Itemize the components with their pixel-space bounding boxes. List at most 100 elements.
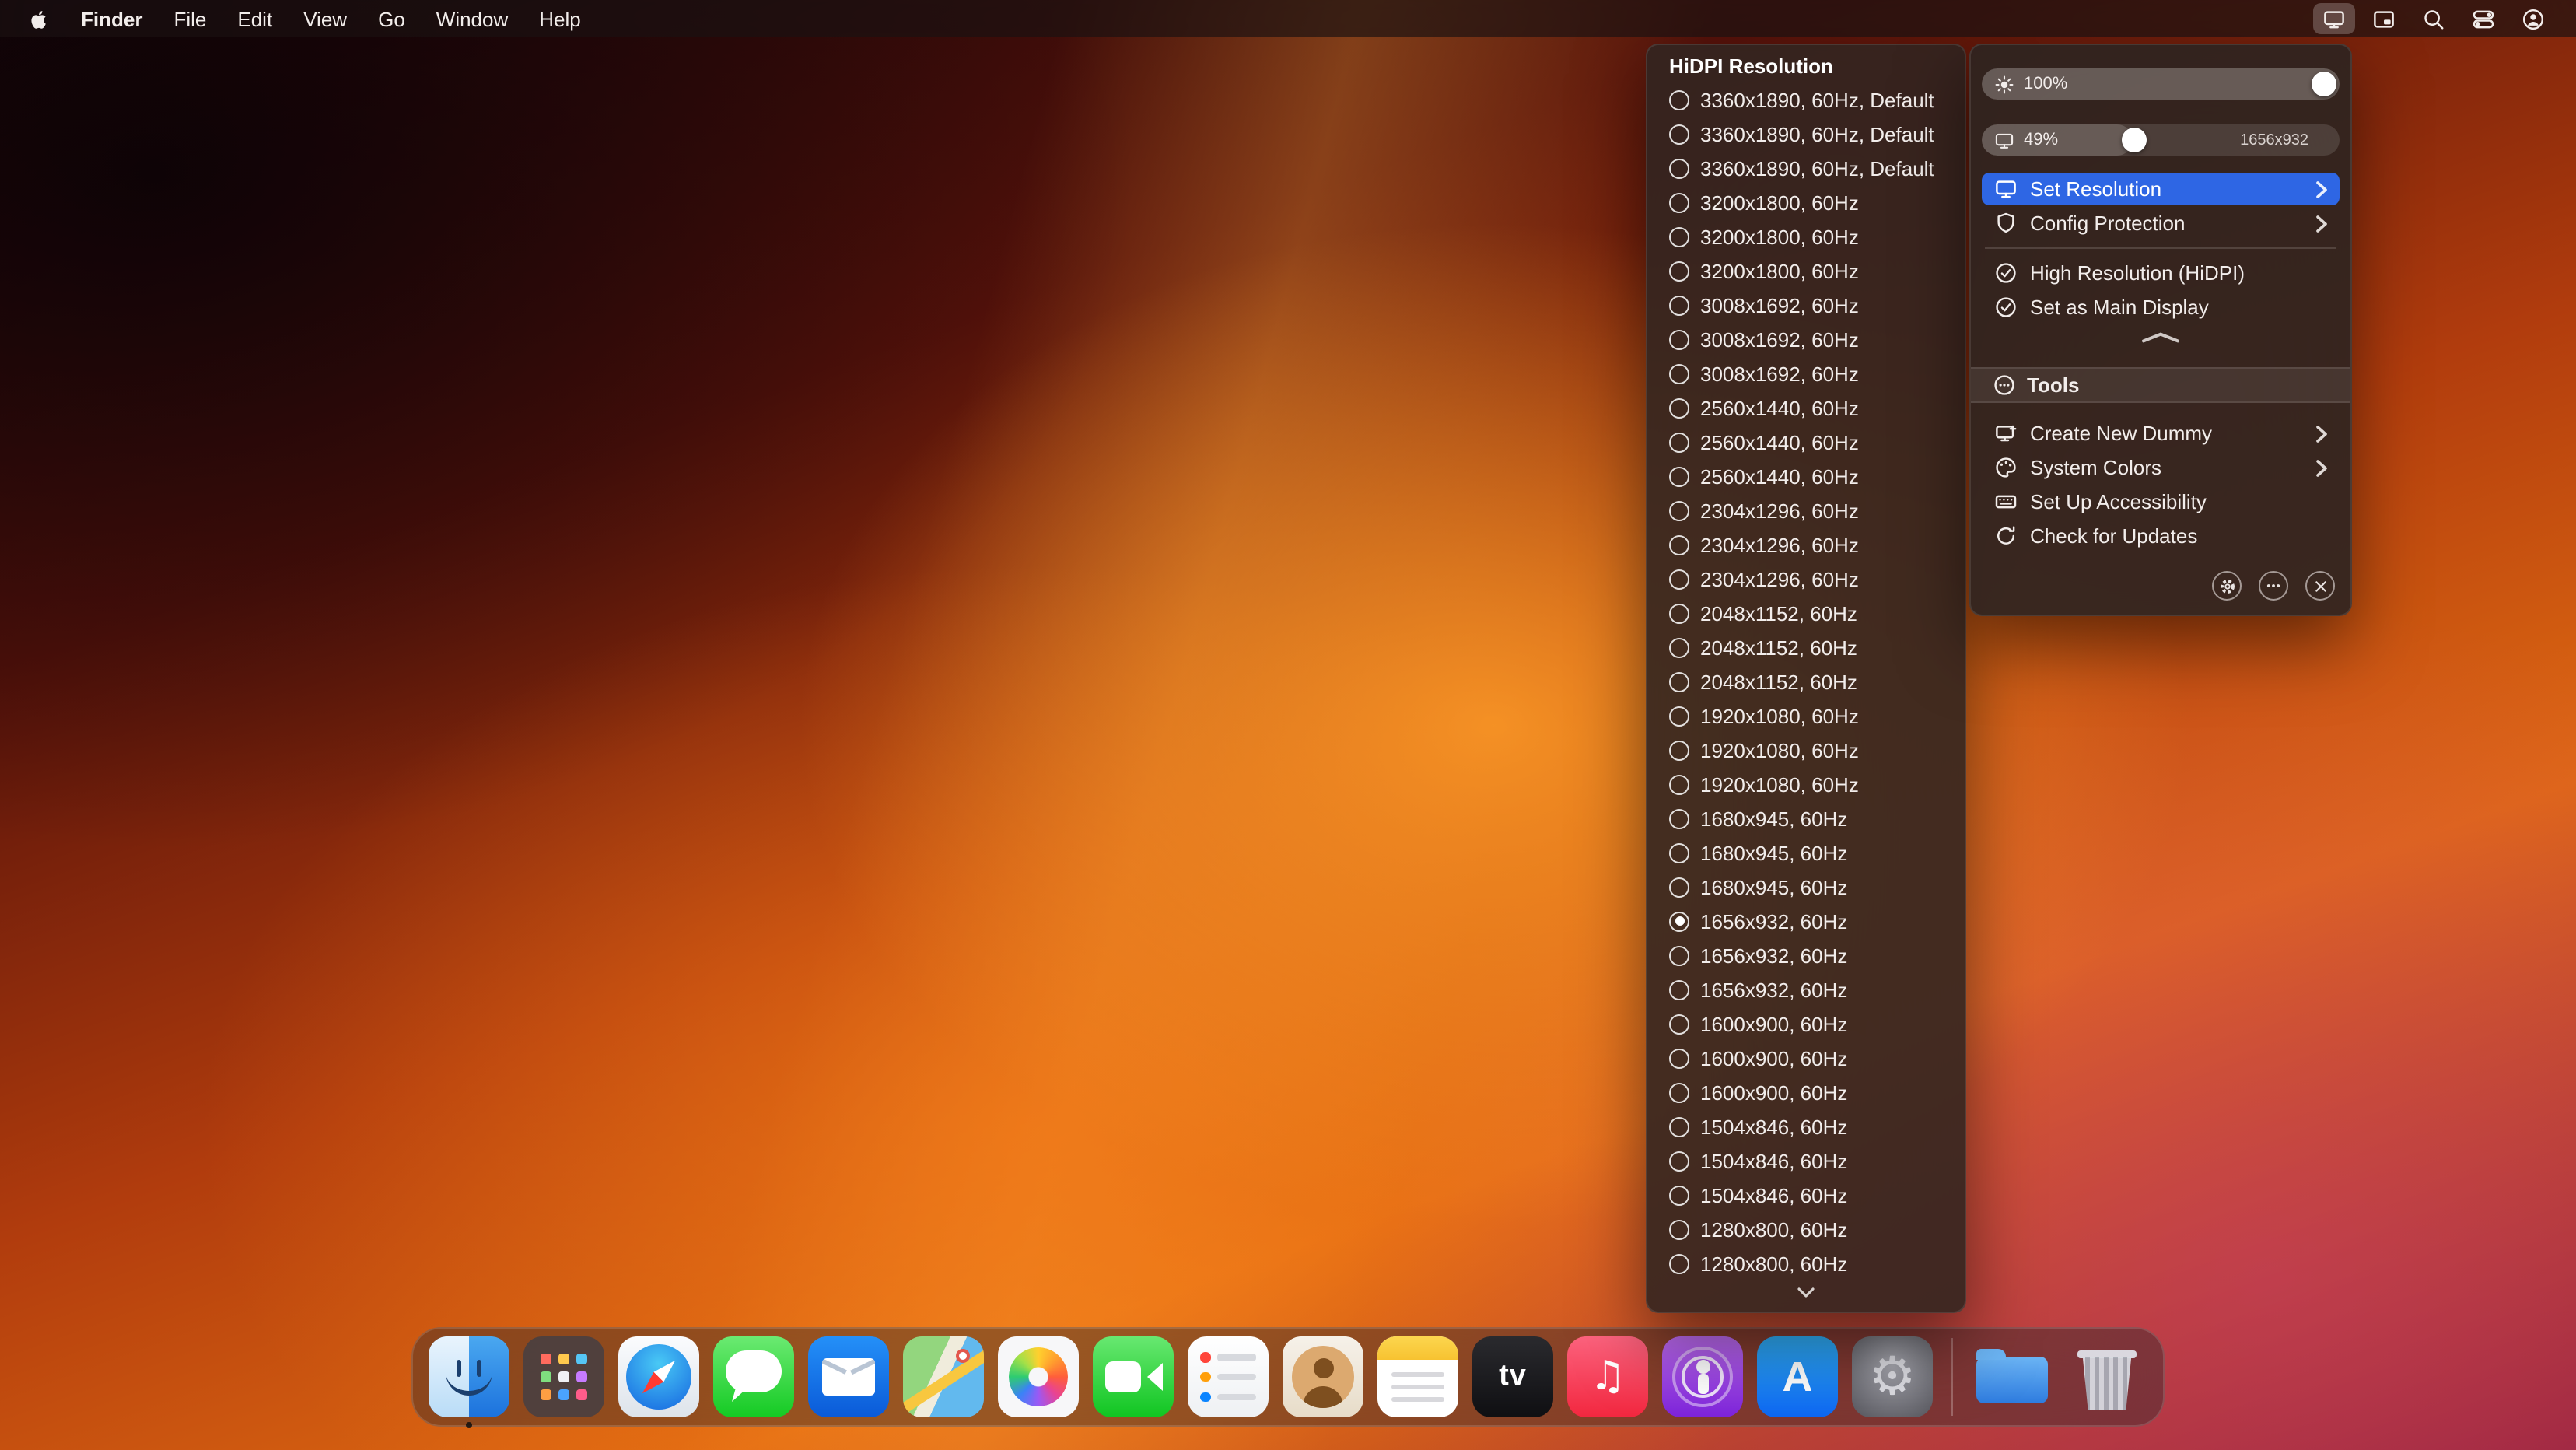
radio-icon xyxy=(1669,466,1689,486)
menu-item-config-protection[interactable]: Config Protection xyxy=(1982,207,2340,240)
collapse-button[interactable] xyxy=(1982,327,2340,348)
resolution-option-22[interactable]: 1680x945, 60Hz xyxy=(1655,801,1957,835)
resolution-option-15[interactable]: 2304x1296, 60Hz xyxy=(1655,562,1957,596)
dock-icon-launchpad[interactable] xyxy=(523,1336,604,1417)
resolution-option-10[interactable]: 2560x1440, 60Hz xyxy=(1655,391,1957,425)
dock-icon-podcasts[interactable] xyxy=(1662,1336,1743,1417)
scroll-more-chevron[interactable] xyxy=(1655,1280,1957,1305)
resolution-option-28[interactable]: 1600x900, 60Hz xyxy=(1655,1007,1957,1041)
resolution-option-17[interactable]: 2048x1152, 60Hz xyxy=(1655,630,1957,664)
menu-item-set-as-main-display[interactable]: Set as Main Display xyxy=(1982,291,2340,324)
dock-icon-tv[interactable]: tv xyxy=(1472,1336,1553,1417)
resolution-option-8[interactable]: 3008x1692, 60Hz xyxy=(1655,322,1957,356)
resolution-option-14[interactable]: 2304x1296, 60Hz xyxy=(1655,527,1957,562)
menubar-menu-go[interactable]: Go xyxy=(362,7,421,30)
resolution-option-16[interactable]: 2048x1152, 60Hz xyxy=(1655,596,1957,630)
dock-icon-photos[interactable] xyxy=(998,1336,1079,1417)
resolution-option-25[interactable]: 1656x932, 60Hz xyxy=(1655,904,1957,938)
menubar-menu-edit[interactable]: Edit xyxy=(222,7,288,30)
settings-button[interactable] xyxy=(2212,571,2242,601)
menubar-menu-window[interactable]: Window xyxy=(421,7,524,30)
more-circle-icon xyxy=(1993,373,2016,397)
dock-icon-safari[interactable] xyxy=(618,1336,699,1417)
radio-icon xyxy=(1669,1253,1689,1273)
dock-icon-reminders[interactable] xyxy=(1188,1336,1269,1417)
resolution-option-4[interactable]: 3200x1800, 60Hz xyxy=(1655,185,1957,219)
dock-icon-notes[interactable] xyxy=(1377,1336,1458,1417)
brightness-slider[interactable]: 100% xyxy=(1982,68,2340,100)
music-app-icon: ♫ xyxy=(1567,1336,1648,1417)
radio-icon xyxy=(1669,945,1689,965)
resolution-option-2[interactable]: 3360x1890, 60Hz, Default xyxy=(1655,117,1957,151)
resolution-option-3[interactable]: 3360x1890, 60Hz, Default xyxy=(1655,151,1957,185)
slider-knob[interactable] xyxy=(2122,128,2147,152)
resolution-option-18[interactable]: 2048x1152, 60Hz xyxy=(1655,664,1957,699)
dock-icon-settings[interactable]: ⚙ xyxy=(1852,1336,1933,1417)
dock-icon-appstore[interactable]: A xyxy=(1757,1336,1838,1417)
resolution-option-19[interactable]: 1920x1080, 60Hz xyxy=(1655,699,1957,733)
resolution-option-5[interactable]: 3200x1800, 60Hz xyxy=(1655,219,1957,254)
resolution-option-20[interactable]: 1920x1080, 60Hz xyxy=(1655,733,1957,767)
menu-item-label: Set as Main Display xyxy=(2030,296,2209,319)
resolution-scale-slider[interactable]: 49% 1656x932 xyxy=(1982,124,2340,156)
resolution-option-33[interactable]: 1504x846, 60Hz xyxy=(1655,1178,1957,1212)
resolution-option-9[interactable]: 3008x1692, 60Hz xyxy=(1655,356,1957,391)
resolution-option-11[interactable]: 2560x1440, 60Hz xyxy=(1655,425,1957,459)
resolution-option-32[interactable]: 1504x846, 60Hz xyxy=(1655,1144,1957,1178)
active-app-name[interactable]: Finder xyxy=(65,7,158,30)
menubar-menu-file[interactable]: File xyxy=(158,7,222,30)
dock-icon-downloads[interactable] xyxy=(1972,1336,2053,1417)
menu-item-check-for-updates[interactable]: Check for Updates xyxy=(1982,520,2340,552)
menu-item-high-resolution-hidpi[interactable]: High Resolution (HiDPI) xyxy=(1982,257,2340,289)
resolution-option-34[interactable]: 1280x800, 60Hz xyxy=(1655,1212,1957,1246)
resolution-option-30[interactable]: 1600x900, 60Hz xyxy=(1655,1075,1957,1109)
dock-icon-music[interactable]: ♫ xyxy=(1567,1336,1648,1417)
menu-item-system-colors[interactable]: System Colors xyxy=(1982,451,2340,484)
status-window-icon[interactable] xyxy=(2363,3,2405,34)
slider-knob[interactable] xyxy=(2312,72,2336,96)
status-user-icon[interactable] xyxy=(2512,3,2554,34)
tools-label: Tools xyxy=(2027,373,2080,397)
ellipsis-icon xyxy=(2265,577,2282,594)
resolution-label: 3200x1800, 60Hz xyxy=(1700,225,1859,248)
dock-icon-maps[interactable] xyxy=(903,1336,984,1417)
resolution-label: 2304x1296, 60Hz xyxy=(1700,533,1859,556)
resolution-option-27[interactable]: 1656x932, 60Hz xyxy=(1655,972,1957,1007)
resolution-option-13[interactable]: 2304x1296, 60Hz xyxy=(1655,493,1957,527)
more-button[interactable] xyxy=(2259,571,2288,601)
resolution-option-21[interactable]: 1920x1080, 60Hz xyxy=(1655,767,1957,801)
menubar-menu-view[interactable]: View xyxy=(288,7,362,30)
resolution-option-24[interactable]: 1680x945, 60Hz xyxy=(1655,870,1957,904)
radio-icon xyxy=(1669,226,1689,247)
radio-icon xyxy=(1669,842,1689,863)
resolution-option-12[interactable]: 2560x1440, 60Hz xyxy=(1655,459,1957,493)
resolution-option-1[interactable]: 3360x1890, 60Hz, Default xyxy=(1655,82,1957,117)
menu-item-set-up-accessibility[interactable]: Set Up Accessibility xyxy=(1982,485,2340,518)
downloads-app-icon xyxy=(1972,1336,2053,1417)
finder-app-icon xyxy=(429,1336,509,1417)
resolution-option-29[interactable]: 1600x900, 60Hz xyxy=(1655,1041,1957,1075)
dock-icon-contacts[interactable] xyxy=(1283,1336,1363,1417)
tools-section-header[interactable]: Tools xyxy=(1971,367,2350,403)
status-search-icon[interactable] xyxy=(2413,3,2455,34)
resolution-option-31[interactable]: 1504x846, 60Hz xyxy=(1655,1109,1957,1144)
radio-icon xyxy=(1669,1014,1689,1034)
status-control-center-icon[interactable] xyxy=(2462,3,2504,34)
dock-icon-messages[interactable] xyxy=(713,1336,794,1417)
dock-icon-trash[interactable] xyxy=(2067,1336,2147,1417)
menu-item-create-new-dummy[interactable]: Create New Dummy xyxy=(1982,417,2340,450)
resolution-option-35[interactable]: 1280x800, 60Hz xyxy=(1655,1246,1957,1280)
radio-icon xyxy=(1669,740,1689,760)
dock-icon-finder[interactable] xyxy=(429,1336,509,1428)
close-button[interactable] xyxy=(2305,571,2335,601)
resolution-option-26[interactable]: 1656x932, 60Hz xyxy=(1655,938,1957,972)
dock-icon-mail[interactable] xyxy=(808,1336,889,1417)
resolution-option-23[interactable]: 1680x945, 60Hz xyxy=(1655,835,1957,870)
apple-menu-icon[interactable] xyxy=(22,7,65,30)
menu-item-set-resolution[interactable]: Set Resolution xyxy=(1982,173,2340,205)
menubar-menu-help[interactable]: Help xyxy=(523,7,597,30)
dock-icon-facetime[interactable] xyxy=(1093,1336,1174,1417)
resolution-option-7[interactable]: 3008x1692, 60Hz xyxy=(1655,288,1957,322)
resolution-option-6[interactable]: 3200x1800, 60Hz xyxy=(1655,254,1957,288)
status-display-icon[interactable] xyxy=(2313,3,2355,34)
